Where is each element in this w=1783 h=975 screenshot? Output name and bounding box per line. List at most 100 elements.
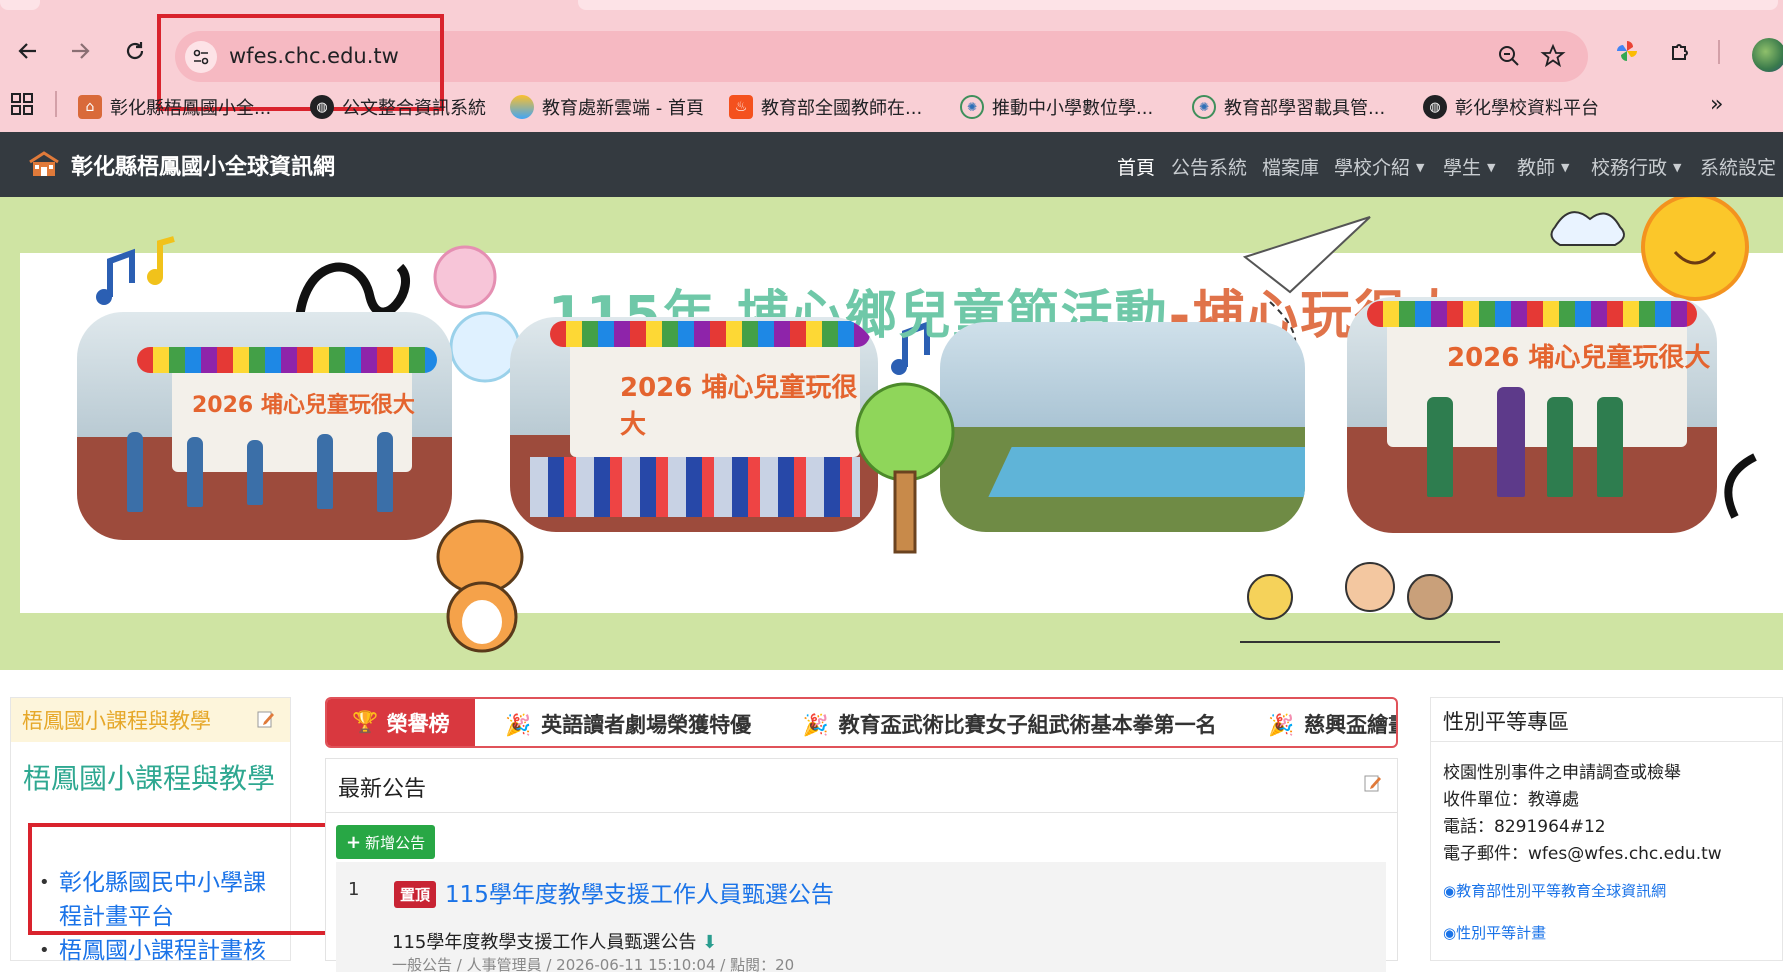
banner-carousel[interactable]: 115年 埔心鄉兒童節活動-埔心玩很大 2026 埔心兒童玩很大 2026 埔心… [0, 197, 1783, 840]
pinned-badge: 置頂 [394, 881, 437, 908]
bookmark-item[interactable]: ♨ 教育部全國教師在... [729, 92, 922, 122]
photo-kid [1427, 397, 1453, 497]
add-announcement-button[interactable]: + 新增公告 [336, 825, 436, 859]
emblem-icon: ✺ [960, 95, 984, 119]
tree-illustration [855, 382, 955, 554]
announcement-meta: 一般公告 / 人事管理員 / 2026-06-11 15:10:04 / 點閱：… [392, 956, 795, 974]
tab-edge-left[interactable] [0, 0, 40, 10]
honor-label-text: 榮譽榜 [386, 711, 450, 736]
photo-board-text: 2026 埔心兒童玩很大 [1447, 343, 1711, 373]
back-button[interactable] [13, 36, 43, 66]
add-button-label: 新增公告 [365, 833, 426, 852]
extension-colorful-button[interactable] [1612, 36, 1642, 66]
honor-item[interactable]: 🎉 慈興盃繪畫比賽 [1268, 709, 1396, 739]
pinwheel-icon [1617, 41, 1637, 61]
nav-announcements[interactable]: 公告系統 [1171, 153, 1247, 180]
photo-kid [377, 432, 393, 512]
arrow-right-icon [72, 43, 90, 59]
link-text: 教育部性別平等教育全球資訊網 [1456, 882, 1667, 900]
nav-files[interactable]: 檔案庫 [1262, 153, 1319, 180]
bookmark-item[interactable]: ◍ 彰化學校資料平台 [1423, 92, 1599, 122]
nav-teachers[interactable]: 教師 ▼ [1517, 153, 1569, 180]
school-logo-icon[interactable] [28, 150, 60, 182]
nav-label: 學校介紹 [1334, 157, 1411, 179]
table-row[interactable]: 1 置頂 115學年度教學支援工作人員甄選公告 115學年度教學支援工作人員甄選… [336, 862, 1386, 974]
panel-title: 梧鳳國小課程與教學 [23, 762, 276, 795]
trophy-icon: 🏆 [352, 710, 379, 734]
caret-down-icon: ▼ [1487, 161, 1496, 174]
gender-equality-panel: 性別平等專區 校園性別事件之申請調查或檢舉 收件單位：教導處 電話：829196… [1430, 697, 1783, 961]
reload-button[interactable] [120, 36, 150, 66]
attachment-text: 115學年度教學支援工作人員甄選公告 [392, 932, 697, 953]
profile-avatar[interactable] [1752, 38, 1783, 72]
announcement-attachment[interactable]: 115學年度教學支援工作人員甄選公告 ⬇ [392, 928, 717, 954]
photo-board-text: 2026 埔心兒童玩很大 [192, 393, 415, 418]
honor-items: 🎉 英語讀者劇場榮獲特優 🎉 教育盃武術比賽女子組武術基本拳第一名 🎉 慈興盃繪畫比賽 [505, 709, 1396, 739]
download-icon[interactable]: ⬇ [702, 932, 717, 953]
forward-button[interactable] [65, 36, 95, 66]
bookmark-star-button[interactable] [1540, 43, 1566, 73]
gender-equality-site-link[interactable]: ◉教育部性別平等教育全球資訊網 [1443, 880, 1666, 901]
edit-icon[interactable] [256, 709, 276, 733]
announcement-title-link[interactable]: 115學年度教學支援工作人員甄選公告 [445, 875, 834, 909]
bookmark-label: 教育部全國教師在... [761, 98, 923, 119]
banner-photo: 2026 埔心兒童玩很大 [77, 312, 452, 540]
nav-label: 系統設定 [1700, 157, 1777, 179]
bookmark-label: 教育處新雲端 - 首頁 [542, 98, 704, 119]
star-icon [1540, 43, 1566, 68]
bookmark-label: 彰化學校資料平台 [1455, 98, 1599, 119]
honor-label: 🏆 榮譽榜 [327, 699, 475, 746]
honor-ticker: 🏆 榮譽榜 🎉 英語讀者劇場榮獲特優 🎉 教育盃武術比賽女子組武術基本拳第一名 🎉 慈… [325, 697, 1398, 748]
bookmark-item[interactable]: ✺ 教育部學習載具管... [1192, 92, 1385, 122]
tab-strip [0, 0, 1783, 10]
nav-settings[interactable]: 系統設定 [1700, 153, 1776, 180]
photo-kid [317, 434, 333, 509]
photo-kid [247, 440, 263, 505]
zoom-button[interactable] [1496, 43, 1522, 73]
banner-photo: 2026 埔心兒童玩很大 [510, 317, 878, 532]
honor-item[interactable]: 🎉 英語讀者劇場榮獲特優 [505, 709, 751, 739]
nav-label: 學生 [1443, 157, 1482, 179]
nav-label: 首頁 [1117, 157, 1156, 179]
nav-home[interactable]: 首頁 [1117, 153, 1155, 180]
tab-edge-right[interactable] [578, 0, 1778, 10]
honor-item[interactable]: 🎉 教育盃武術比賽女子組武術基本拳第一名 [802, 709, 1216, 739]
more-bookmarks-button[interactable]: » [1710, 92, 1723, 117]
gender-equality-plan-link[interactable]: ◉性別平等計畫 [1443, 922, 1546, 943]
party-popper-icon: 🎉 [802, 713, 829, 737]
bookmark-label: 教育部學習載具管... [1224, 98, 1386, 119]
bookmark-item[interactable]: ◍ 公文整合資訊系統 [310, 92, 486, 122]
plus-icon: + [346, 831, 362, 853]
nav-label: 校務行政 [1591, 157, 1668, 179]
bookmark-item[interactable]: ✺ 推動中小學數位學... [960, 92, 1153, 122]
panel-header: 性別平等專區 [1431, 698, 1782, 742]
info-line: 校園性別事件之申請調查或檢舉 [1443, 763, 1681, 783]
curriculum-plan-link[interactable]: 梧鳳國小課程計畫核 [59, 938, 266, 964]
nav-administration[interactable]: 校務行政 ▼ [1591, 153, 1681, 180]
nav-students[interactable]: 學生 ▼ [1443, 153, 1495, 180]
banner-photo: 2026 埔心兒童玩很大 [1347, 297, 1717, 533]
panel-header: 梧鳳國小課程與教學 [11, 698, 290, 742]
honor-item-text: 教育盃武術比賽女子組武術基本拳第一名 [838, 713, 1217, 737]
site-title[interactable]: 彰化縣梧鳳國小全球資訊網 [71, 149, 335, 181]
photo-path [988, 447, 1305, 497]
caret-down-icon: ▼ [1561, 161, 1570, 174]
school-icon: ⌂ [78, 95, 102, 119]
bookmark-label: 公文整合資訊系統 [342, 98, 486, 119]
bookmark-item[interactable]: 教育處新雲端 - 首頁 [510, 92, 704, 122]
emblem-icon: ✺ [1192, 95, 1216, 119]
photo-sky [940, 322, 1305, 427]
bookmark-item[interactable]: ⌂ 彰化縣梧鳳國小全... [78, 92, 271, 122]
flame-icon: ♨ [729, 95, 753, 119]
edit-icon[interactable] [1363, 773, 1383, 797]
kids-illustration [1240, 562, 1500, 643]
bookmarks-bar: ⌂ 彰化縣梧鳳國小全... ◍ 公文整合資訊系統 教育處新雲端 - 首頁 ♨ 教… [0, 82, 1783, 132]
row-number: 1 [348, 879, 360, 900]
nav-school-intro[interactable]: 學校介紹 ▼ [1334, 153, 1424, 180]
extensions-button[interactable] [1666, 36, 1696, 66]
banner-photo [940, 322, 1305, 532]
list-item[interactable]: 梧鳳國小課程計畫核 [33, 934, 288, 968]
nav-label: 公告系統 [1171, 157, 1248, 179]
info-line: 電子郵件：wfes@wfes.chc.edu.tw [1443, 844, 1722, 864]
nav-label: 教師 [1517, 157, 1556, 179]
